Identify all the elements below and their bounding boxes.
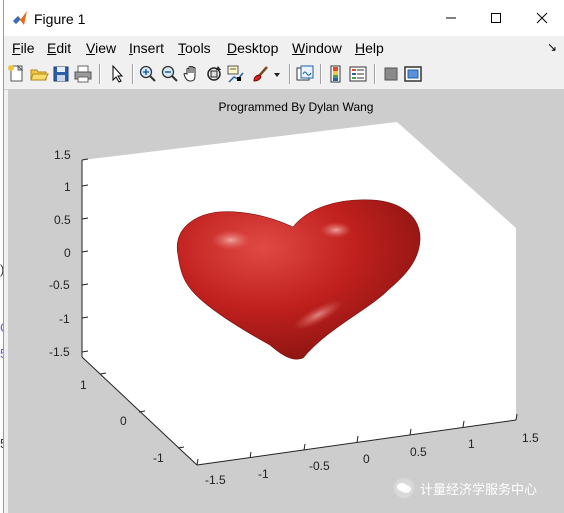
menu-view-label: iew — [95, 40, 117, 56]
z-tick-label: 1 — [64, 180, 71, 194]
wechat-icon — [394, 478, 414, 498]
x-tick-label: 0 — [363, 452, 370, 466]
menu-tools[interactable]: Tools — [178, 40, 211, 56]
heart-highlight — [211, 230, 251, 250]
menu-insert[interactable]: Insert — [129, 40, 164, 56]
print-icon[interactable] — [73, 64, 93, 84]
matlab-logo-icon — [12, 10, 28, 26]
menu-file[interactable]: File — [12, 40, 35, 56]
hide-plot-tools-icon[interactable] — [381, 64, 401, 84]
axes-3d[interactable]: 1.5 1 0.5 0 -0.5 -1 -1.5 1 0 -1 -1.5 -1 … — [8, 90, 564, 513]
x-tick-label: 1.5 — [522, 431, 539, 445]
z-tick-label: -0.5 — [49, 278, 70, 292]
figure-toolbar — [4, 59, 564, 90]
maximize-button[interactable] — [473, 0, 519, 36]
open-file-icon[interactable] — [29, 64, 49, 84]
plot-title: Programmed By Dylan Wang — [219, 100, 374, 114]
menu-view-mnemonic: V — [86, 40, 96, 56]
menu-window[interactable]: Window — [292, 40, 342, 56]
z-tick-label: 1.5 — [54, 148, 71, 162]
x-tick-label: -1.5 — [205, 473, 226, 487]
figure-window: Figure 1 File Edit View Insert Tools Des… — [3, 0, 564, 513]
legend-icon[interactable] — [348, 64, 368, 84]
zoom-in-icon[interactable] — [138, 64, 158, 84]
z-tick-label: -1 — [59, 312, 70, 326]
menu-help-label: elp — [365, 40, 384, 56]
menu-bar: File Edit View Insert Tools Desktop Wind… — [4, 36, 564, 59]
y-tick-label: 0 — [120, 414, 127, 428]
zoom-out-icon[interactable] — [160, 64, 180, 84]
menu-window-mnemonic: W — [292, 40, 306, 56]
minimize-button[interactable] — [428, 0, 474, 36]
menu-file-label: ile — [20, 40, 35, 56]
menu-edit-label: dit — [56, 40, 72, 56]
pan-icon[interactable] — [182, 64, 202, 84]
menu-edit[interactable]: Edit — [47, 40, 71, 56]
brush-dropdown-icon[interactable] — [272, 64, 282, 84]
rotate-3d-icon[interactable] — [204, 64, 224, 84]
heart-highlight — [320, 222, 352, 238]
x-tick-label: -1 — [258, 467, 269, 481]
menu-window-label: indow — [305, 40, 342, 56]
toolbar-separator — [132, 64, 134, 84]
toolbar-separator — [99, 64, 101, 84]
toolbar-separator — [320, 64, 322, 84]
menu-help[interactable]: Help — [355, 40, 384, 56]
menu-help-mnemonic: H — [355, 40, 366, 56]
menu-file-mnemonic: F — [12, 40, 21, 56]
save-icon[interactable] — [51, 64, 71, 84]
pointer-icon[interactable] — [107, 64, 127, 84]
menu-view[interactable]: View — [86, 40, 116, 56]
z-tick-label: 0.5 — [54, 213, 71, 227]
x-tick-label: -0.5 — [309, 459, 330, 473]
y-tick-label: -1 — [153, 451, 164, 465]
menu-desktop-label: esktop — [237, 40, 279, 56]
toolbar-separator — [289, 64, 291, 84]
x-tick-label: 0.5 — [410, 445, 427, 459]
x-tick-label: 1 — [468, 437, 475, 451]
menu-tools-mnemonic: T — [178, 40, 185, 56]
title-bar[interactable]: Figure 1 — [4, 0, 564, 36]
window-title: Figure 1 — [34, 11, 86, 27]
brush-icon[interactable] — [251, 64, 271, 84]
menu-edit-mnemonic: E — [47, 40, 57, 56]
watermark: 计量经济学服务中心 — [394, 478, 537, 498]
colorbar-icon[interactable] — [326, 64, 346, 84]
menu-overflow-arrow-icon[interactable]: ↘ — [547, 40, 557, 54]
toolbar-separator — [374, 64, 376, 84]
menu-desktop-mnemonic: D — [227, 40, 238, 56]
z-tick-label: 0 — [64, 246, 71, 260]
z-tick-label: -1.5 — [49, 345, 70, 359]
close-button[interactable] — [519, 0, 564, 36]
menu-tools-label: ools — [185, 40, 211, 56]
menu-insert-label: nsert — [132, 40, 165, 56]
link-plot-icon[interactable] — [295, 64, 315, 84]
menu-desktop[interactable]: Desktop — [227, 40, 278, 56]
show-plot-tools-icon[interactable] — [403, 64, 423, 84]
data-cursor-icon[interactable] — [226, 64, 246, 84]
y-tick-label: 1 — [80, 378, 87, 392]
figure-canvas[interactable]: 1.5 1 0.5 0 -0.5 -1 -1.5 1 0 -1 -1.5 -1 … — [8, 90, 564, 513]
new-figure-icon[interactable] — [7, 64, 27, 84]
watermark-text: 计量经济学服务中心 — [420, 481, 538, 497]
